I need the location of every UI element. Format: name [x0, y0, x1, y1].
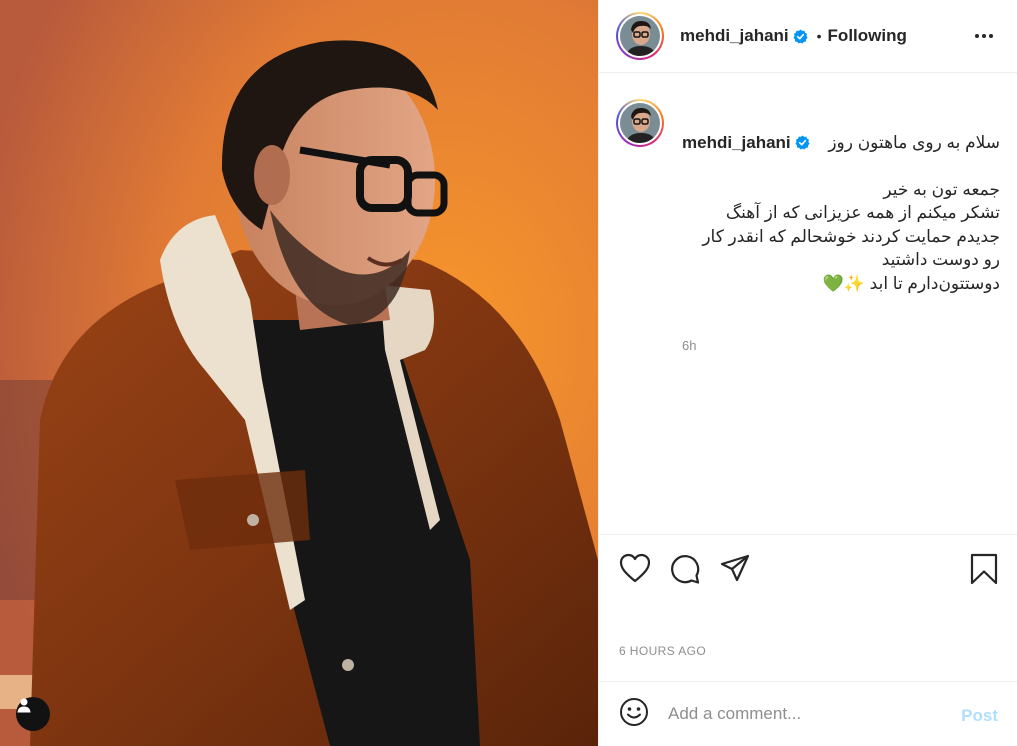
caption-username[interactable]: mehdi_jahani	[682, 131, 791, 155]
user-icon	[17, 698, 31, 713]
like-heart-icon[interactable]	[619, 553, 651, 588]
share-paper-plane-icon[interactable]	[719, 553, 751, 590]
author-username[interactable]: mehdi_jahani	[680, 26, 789, 46]
avatar-image	[620, 103, 660, 143]
post-actions	[599, 534, 1017, 604]
caption-avatar[interactable]	[616, 99, 664, 147]
portrait-illustration	[0, 0, 598, 746]
comment-input[interactable]	[668, 699, 938, 729]
verified-badge-icon	[795, 135, 810, 150]
post-caption: mehdi_jahani سلام به روی ماهتون روز جمعه…	[616, 97, 1006, 353]
emoji-smiley-icon[interactable]	[619, 697, 649, 732]
tagged-users-button[interactable]	[16, 697, 50, 731]
caption-first-line: سلام به روی ماهتون روز	[828, 132, 1000, 152]
avatar[interactable]	[616, 12, 664, 60]
post-details-panel: mehdi_jahani • Following mehdi_jahani سل…	[598, 0, 1017, 746]
verified-badge-icon	[793, 28, 808, 44]
comment-bubble-icon[interactable]	[669, 553, 701, 590]
comment-bar: Post	[599, 681, 1017, 746]
save-bookmark-icon[interactable]	[969, 553, 999, 590]
post-comment-button[interactable]: Post	[961, 706, 998, 726]
following-button[interactable]: Following	[828, 26, 907, 46]
caption-timestamp[interactable]: 6h	[682, 338, 1000, 353]
post-photo[interactable]	[0, 0, 598, 746]
separator-dot: •	[816, 28, 822, 44]
avatar-image	[620, 16, 660, 56]
posted-time[interactable]: 6 HOURS AGO	[619, 644, 706, 658]
caption-body-text: جمعه تون به خیر تشکر میکنم از همه عزیزان…	[702, 179, 1000, 293]
more-options-icon[interactable]	[974, 26, 994, 44]
post-header: mehdi_jahani • Following	[599, 0, 1017, 73]
